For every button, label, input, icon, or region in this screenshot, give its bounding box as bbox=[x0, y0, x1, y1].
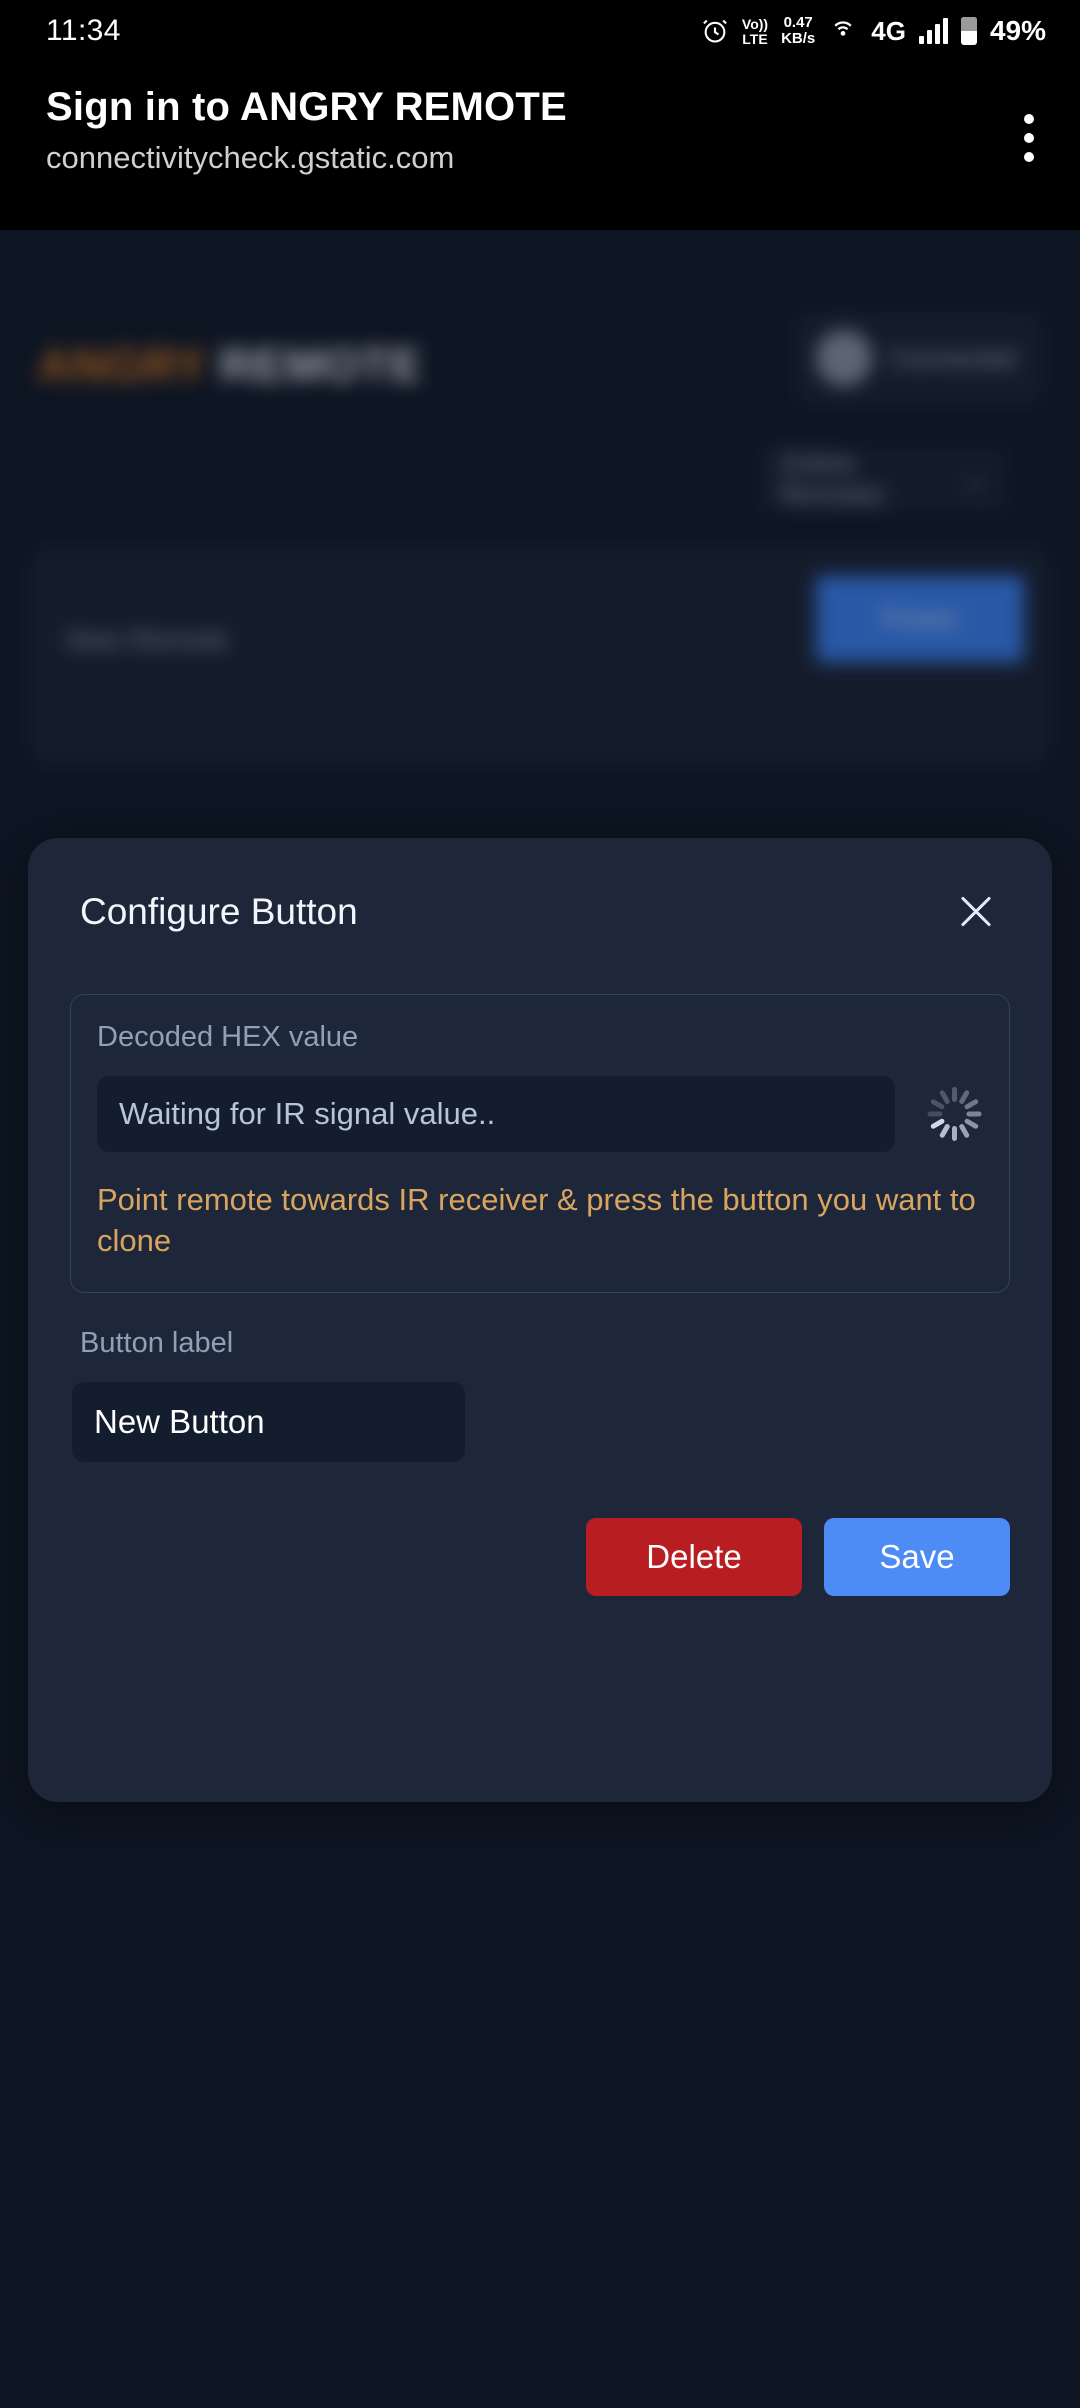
volte-icon: Vo)) LTE bbox=[741, 15, 769, 47]
dialog-header: Configure Button bbox=[28, 838, 1052, 936]
save-button[interactable]: Save bbox=[824, 1517, 1010, 1596]
decoded-hex-input[interactable] bbox=[97, 1076, 895, 1152]
signal-bars-icon bbox=[918, 18, 948, 44]
page-title: Sign in to ANGRY REMOTE bbox=[46, 85, 567, 129]
loading-spinner-icon bbox=[925, 1085, 983, 1143]
alarm-icon bbox=[701, 17, 729, 45]
hotspot-icon bbox=[828, 18, 858, 44]
dialog-title: Configure Button bbox=[80, 891, 358, 932]
configure-button-dialog: Configure Button Decoded HEX value Waiti… bbox=[28, 838, 1052, 1802]
decoded-hex-label: Decoded HEX value bbox=[97, 1021, 359, 1053]
page-url: connectivitycheck.gstatic.com bbox=[46, 140, 455, 175]
decoded-hex-row bbox=[97, 1076, 983, 1152]
status-bar-icons: Vo)) LTE 0.47 KB/s 4G 49% bbox=[701, 15, 1046, 47]
network-speed-indicator: 0.47 KB/s bbox=[781, 14, 816, 47]
kebab-menu-icon[interactable] bbox=[1024, 114, 1034, 162]
button-label-label: Button label bbox=[80, 1326, 234, 1359]
decoded-hex-card: Decoded HEX value Poi bbox=[70, 994, 1010, 1293]
battery-icon bbox=[960, 17, 977, 45]
phone-screen: 11:34 Vo)) LTE 0.47 KB/s 4G 49% Sign in … bbox=[0, 0, 1080, 2408]
browser-header: Sign in to ANGRY REMOTE connectivitychec… bbox=[0, 62, 1080, 230]
network-type-label: 4G bbox=[871, 15, 906, 46]
button-label-input[interactable] bbox=[72, 1381, 465, 1462]
status-bar: 11:34 Vo)) LTE 0.47 KB/s 4G 49% bbox=[0, 0, 1080, 62]
dialog-actions: Delete Save bbox=[28, 1517, 1010, 1596]
ir-hint-text: Point remote towards IR receiver & press… bbox=[97, 1182, 976, 1258]
delete-button[interactable]: Delete bbox=[586, 1517, 802, 1596]
status-bar-clock: 11:34 bbox=[46, 14, 121, 47]
close-icon[interactable] bbox=[952, 888, 1000, 936]
battery-percent: 49% bbox=[989, 15, 1046, 46]
